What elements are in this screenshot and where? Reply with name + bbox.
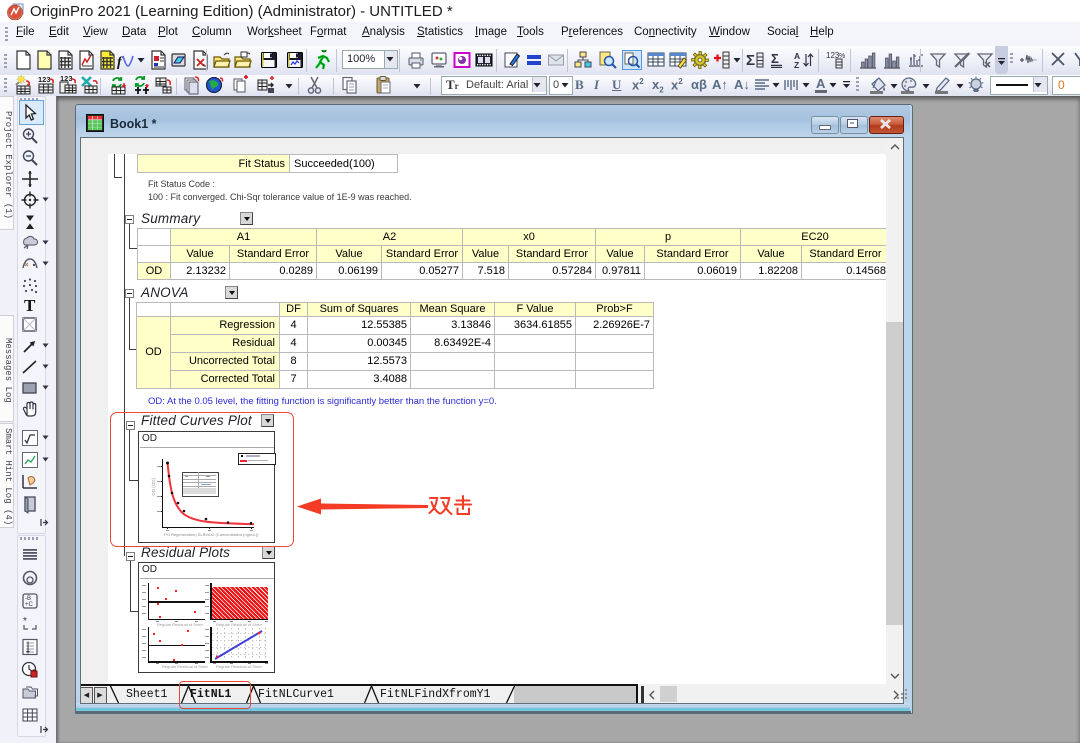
- svg-text:123: 123: [38, 75, 51, 84]
- svg-text:Z: Z: [794, 60, 799, 70]
- svg-text:+C: +C: [25, 602, 34, 608]
- svg-text:T: T: [24, 296, 36, 315]
- svg-text:Σ: Σ: [771, 51, 779, 66]
- svg-text:Σ: Σ: [746, 52, 755, 69]
- svg-text:f: f: [117, 55, 123, 70]
